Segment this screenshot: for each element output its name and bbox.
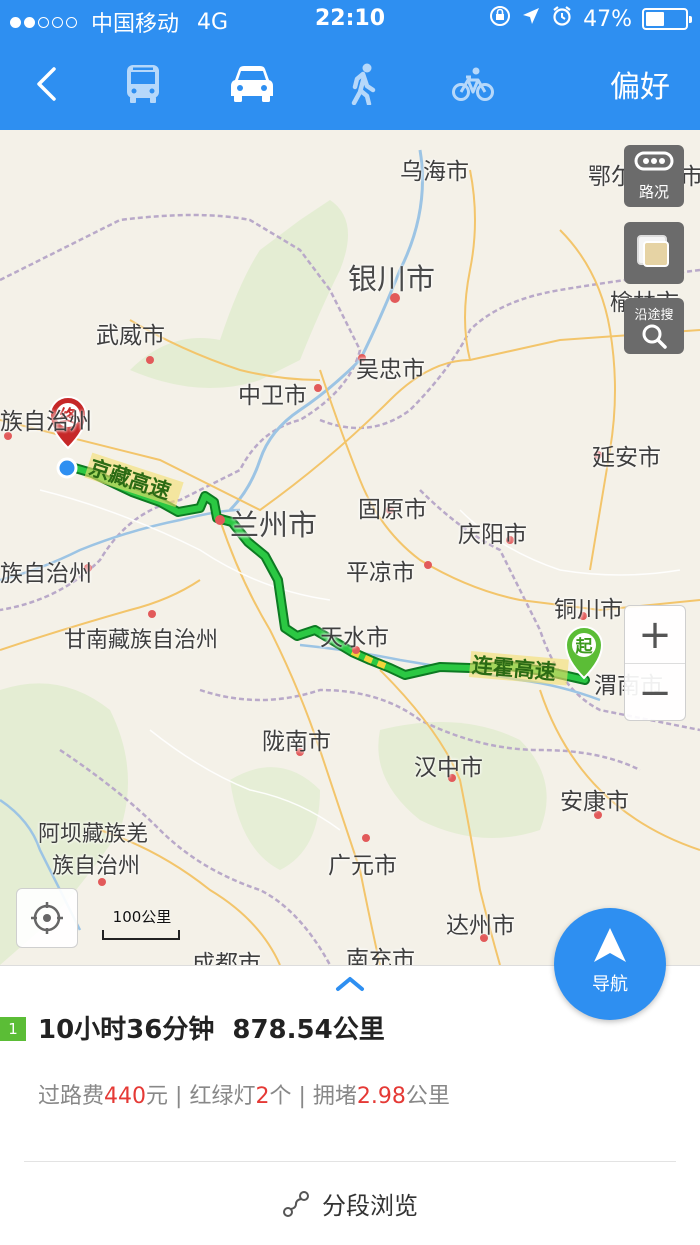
- traffic-lights-unit: 个: [269, 1084, 292, 1109]
- separator: |: [175, 1084, 183, 1109]
- layer-button[interactable]: [624, 222, 684, 284]
- svg-text:京藏高速: 京藏高速: [86, 455, 173, 504]
- zoom-out-button[interactable]: −: [625, 664, 685, 722]
- alarm-icon: [551, 5, 573, 33]
- toll-value: 440: [104, 1084, 147, 1109]
- mode-bus-button[interactable]: [115, 56, 171, 112]
- city-label: 南充市: [346, 947, 415, 965]
- city-label: 银川市: [348, 262, 436, 296]
- congestion-label: 拥堵: [312, 1084, 357, 1109]
- city-label: 族自治州: [52, 854, 141, 879]
- city-label: 甘南藏族自治州: [64, 628, 219, 653]
- city-label: 汉中市: [414, 755, 483, 781]
- scale-bar: 100公里: [102, 906, 182, 940]
- traffic-lights-label: 红绿灯: [189, 1084, 256, 1109]
- city-label: 兰州市: [230, 508, 318, 542]
- status-bar: 中国移动 4G 22:10 47%: [0, 0, 700, 38]
- battery-icon: [642, 8, 692, 30]
- layers-icon: [637, 235, 669, 267]
- city-label: 武威市: [96, 323, 165, 349]
- current-location-dot: [56, 457, 78, 479]
- city-label: 达州市: [446, 913, 515, 939]
- city-label: 天水市: [320, 625, 389, 651]
- navigate-button[interactable]: 导航: [554, 908, 666, 1020]
- city-label: 陇南市: [262, 729, 331, 755]
- toll-label: 过路费: [38, 1084, 105, 1109]
- search-along-route-button[interactable]: 沿途搜: [624, 298, 684, 354]
- route-details: 过路费440元 | 红绿灯2个 | 拥堵2.98公里: [38, 1078, 450, 1110]
- chevron-left-icon: [37, 67, 56, 101]
- route-summary[interactable]: 10小时36分钟 878.54公里: [38, 1009, 403, 1046]
- city-label: 固原市: [358, 497, 427, 523]
- walk-icon: [351, 63, 376, 105]
- city-label: 成都市: [192, 951, 261, 965]
- traffic-toggle-button[interactable]: 路况: [624, 145, 684, 207]
- divider: [24, 1161, 676, 1162]
- scale-label: 100公里: [112, 908, 172, 926]
- city-label: 吴忠市: [356, 357, 425, 383]
- bike-icon: [452, 67, 494, 101]
- along-search-label: 沿途搜: [634, 308, 674, 323]
- city-label: 中卫市: [238, 383, 307, 409]
- bus-icon: [127, 65, 159, 103]
- traffic-label: 路况: [638, 183, 669, 201]
- segment-browse-button[interactable]: 分段浏览: [0, 1186, 700, 1221]
- city-label: 阿坝藏族羌: [38, 822, 149, 847]
- route-index-badge: 1: [0, 1017, 26, 1041]
- battery-percent: 47%: [583, 6, 632, 32]
- city-label: 延安市: [592, 445, 661, 471]
- city-label: 安康市: [560, 789, 629, 815]
- road-label-lianhuo: 连霍高速: [468, 651, 569, 686]
- city-label: 乌海市: [400, 159, 469, 185]
- city-label: 铜川市: [554, 597, 623, 623]
- location-arrow-icon: [521, 6, 541, 32]
- traffic-icon: [634, 151, 674, 171]
- car-icon: [231, 66, 273, 102]
- locate-me-button[interactable]: [16, 888, 78, 948]
- map-view[interactable]: 京藏高速 连霍高速 终 起 乌海市 鄂尔: [0, 130, 700, 965]
- route-mode-bar: 偏好: [0, 38, 700, 130]
- svg-text:起: 起: [575, 636, 594, 656]
- chevron-up-icon[interactable]: [335, 974, 365, 994]
- mode-car-button[interactable]: [222, 56, 282, 112]
- segment-browse-label: 分段浏览: [322, 1192, 418, 1220]
- mode-bike-button[interactable]: [445, 56, 501, 112]
- city-label: 族自治州: [0, 409, 92, 435]
- rotation-lock-icon: [489, 5, 511, 33]
- city-label: 平凉市: [346, 560, 415, 586]
- navigation-arrow-icon: [594, 928, 626, 962]
- crosshair-icon: [31, 902, 63, 934]
- city-label: 庆阳市: [458, 522, 527, 548]
- navigate-label: 导航: [592, 974, 628, 995]
- congestion-value: 2.98: [356, 1084, 406, 1109]
- zoom-control: + −: [624, 605, 686, 721]
- zoom-in-button[interactable]: +: [625, 606, 685, 664]
- congestion-unit: 公里: [405, 1084, 450, 1109]
- preferences-button[interactable]: 偏好: [610, 56, 670, 112]
- route-distance: 878.54公里: [232, 1015, 385, 1045]
- route-segments-icon: [283, 1190, 309, 1217]
- separator: |: [298, 1084, 306, 1109]
- city-label: 族自治州: [0, 561, 92, 587]
- route-duration: 10小时36分钟: [38, 1015, 215, 1045]
- search-icon: [642, 324, 667, 349]
- road-label-jingzang: 京藏高速: [84, 452, 184, 508]
- mode-walk-button[interactable]: [335, 56, 391, 112]
- toll-unit: 元: [146, 1084, 169, 1109]
- top-bar: 中国移动 4G 22:10 47% 偏好: [0, 0, 700, 130]
- city-label: 广元市: [328, 853, 397, 879]
- traffic-lights-value: 2: [255, 1084, 270, 1109]
- back-button[interactable]: [22, 56, 70, 112]
